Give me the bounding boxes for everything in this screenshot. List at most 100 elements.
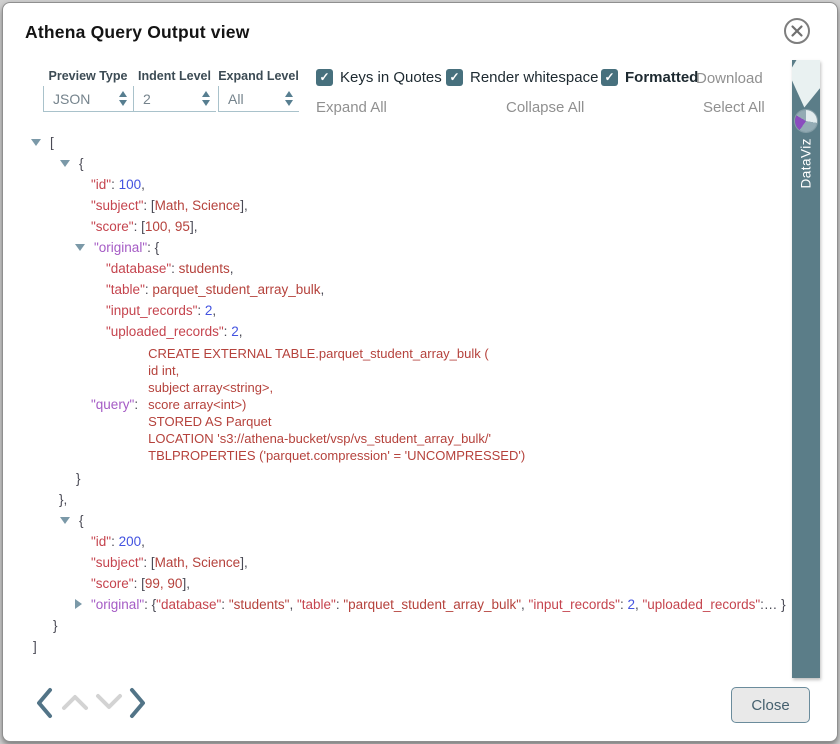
json-row: { bbox=[3, 510, 801, 531]
expand-arrow-icon[interactable] bbox=[75, 599, 82, 609]
collapse-arrow-icon[interactable] bbox=[31, 139, 41, 146]
checkbox-checked-icon: ✓ bbox=[316, 69, 333, 86]
json-token: { bbox=[79, 513, 84, 528]
json-token: "query" bbox=[91, 394, 134, 415]
json-row: "subject": [Math, Science], bbox=[3, 195, 801, 216]
json-token: , bbox=[141, 534, 145, 549]
collapse-all-link[interactable]: Collapse All bbox=[506, 99, 584, 116]
json-token: "input_records" bbox=[106, 303, 197, 318]
collapse-arrow-icon[interactable] bbox=[60, 160, 70, 167]
json-token: , bbox=[141, 177, 145, 192]
json-token: : bbox=[197, 303, 205, 318]
spinner-arrows-icon bbox=[202, 91, 210, 106]
chevron-left-icon[interactable] bbox=[34, 687, 54, 719]
json-token: : bbox=[134, 576, 142, 591]
json-token: , bbox=[186, 576, 190, 591]
json-token: parquet_student_array_bulk bbox=[152, 282, 320, 297]
json-row: "id": 200, bbox=[3, 531, 801, 552]
json-row: "database": students, bbox=[3, 258, 801, 279]
json-token: } bbox=[76, 471, 81, 486]
json-token: "uploaded_records" bbox=[642, 597, 760, 612]
json-token: 2 bbox=[231, 324, 239, 339]
json-token: "uploaded_records" bbox=[106, 324, 224, 339]
json-token: "subject" bbox=[91, 555, 143, 570]
json-multiline-row: "query": CREATE EXTERNAL TABLE.parquet_s… bbox=[3, 345, 801, 464]
json-token: [ bbox=[50, 135, 54, 150]
json-row: "table": parquet_student_array_bulk, bbox=[3, 279, 801, 300]
json-row: }, bbox=[3, 489, 801, 510]
expand-level-label: Expand Level bbox=[218, 69, 299, 83]
preview-type-label: Preview Type bbox=[43, 69, 133, 83]
json-token: 2 bbox=[627, 597, 635, 612]
pie-chart-icon bbox=[795, 110, 817, 132]
json-token: students bbox=[179, 261, 230, 276]
preview-type-select[interactable]: JSON bbox=[43, 86, 133, 112]
json-row: } bbox=[3, 615, 801, 636]
json-token: Math, Science bbox=[155, 198, 241, 213]
checkbox-checked-icon: ✓ bbox=[446, 69, 463, 86]
json-row: "original": {"database": "students", "ta… bbox=[3, 594, 801, 615]
dataviz-tab-label: DataViz bbox=[799, 138, 814, 189]
json-token: "database" bbox=[106, 261, 171, 276]
expand-all-link[interactable]: Expand All bbox=[316, 99, 387, 116]
chevron-up-icon[interactable] bbox=[61, 693, 89, 711]
json-token: "input_records" bbox=[529, 597, 620, 612]
json-token: , bbox=[212, 303, 216, 318]
json-token: , bbox=[289, 597, 297, 612]
query-value-block: CREATE EXTERNAL TABLE.parquet_student_ar… bbox=[148, 345, 525, 464]
spinner-arrows-icon bbox=[285, 91, 293, 106]
checkbox-keys-in-quotes[interactable]: ✓ Keys in Quotes bbox=[316, 69, 442, 86]
preview-type-group: Preview Type JSON bbox=[43, 69, 133, 112]
expand-level-value: All bbox=[228, 91, 281, 107]
spinner-arrows-icon bbox=[119, 91, 127, 106]
checkbox-checked-icon: ✓ bbox=[601, 69, 618, 86]
expand-level-select[interactable]: All bbox=[218, 86, 299, 112]
json-token: { bbox=[155, 240, 160, 255]
chevron-right-icon[interactable] bbox=[128, 687, 148, 719]
select-all-link[interactable]: Select All bbox=[703, 99, 765, 116]
json-token: , bbox=[239, 324, 243, 339]
json-token: : bbox=[134, 394, 138, 415]
json-token: "students" bbox=[229, 597, 290, 612]
json-token: , bbox=[230, 261, 234, 276]
json-token: : bbox=[143, 555, 151, 570]
json-token: : bbox=[171, 261, 179, 276]
json-token: : bbox=[221, 597, 229, 612]
json-token: } bbox=[781, 597, 786, 612]
json-token: :… bbox=[760, 597, 781, 612]
indent-level-group: Indent Level 2 bbox=[133, 69, 216, 112]
json-token: "id" bbox=[91, 534, 111, 549]
json-row: "original": { bbox=[3, 237, 801, 258]
checkbox-render-whitespace[interactable]: ✓ Render whitespace bbox=[446, 69, 598, 86]
json-token: , bbox=[194, 219, 198, 234]
json-token: "original" bbox=[91, 597, 144, 612]
download-link[interactable]: Download bbox=[696, 70, 763, 87]
indent-level-select[interactable]: 2 bbox=[133, 86, 216, 112]
expand-level-group: Expand Level All bbox=[218, 69, 299, 112]
checkbox-formatted[interactable]: ✓ Formatted bbox=[601, 69, 698, 86]
json-token: "parquet_student_array_bulk" bbox=[343, 597, 521, 612]
json-token: }, bbox=[59, 492, 67, 507]
json-token: "score" bbox=[91, 576, 134, 591]
athena-output-modal: Athena Query Output view Preview Type JS… bbox=[2, 2, 838, 742]
json-token: 200 bbox=[119, 534, 142, 549]
dataviz-tab[interactable]: DataViz bbox=[792, 60, 820, 678]
json-token: "database" bbox=[156, 597, 221, 612]
json-token: ] bbox=[33, 639, 37, 654]
json-token: "score" bbox=[91, 219, 134, 234]
json-token: "id" bbox=[91, 177, 111, 192]
json-token: : bbox=[111, 534, 119, 549]
collapse-arrow-icon[interactable] bbox=[75, 244, 85, 251]
preview-type-value: JSON bbox=[53, 91, 115, 107]
json-row: "subject": [Math, Science], bbox=[3, 552, 801, 573]
collapse-arrow-icon[interactable] bbox=[60, 517, 70, 524]
json-row: "uploaded_records": 2, bbox=[3, 321, 801, 342]
json-token: } bbox=[53, 618, 58, 633]
close-icon[interactable] bbox=[783, 17, 811, 45]
json-token: , bbox=[244, 555, 248, 570]
chevron-down-icon[interactable] bbox=[95, 693, 123, 711]
json-token: : bbox=[111, 177, 119, 192]
close-button[interactable]: Close bbox=[731, 687, 810, 723]
page-title: Athena Query Output view bbox=[25, 22, 250, 43]
json-token: 99, 90 bbox=[145, 576, 183, 591]
